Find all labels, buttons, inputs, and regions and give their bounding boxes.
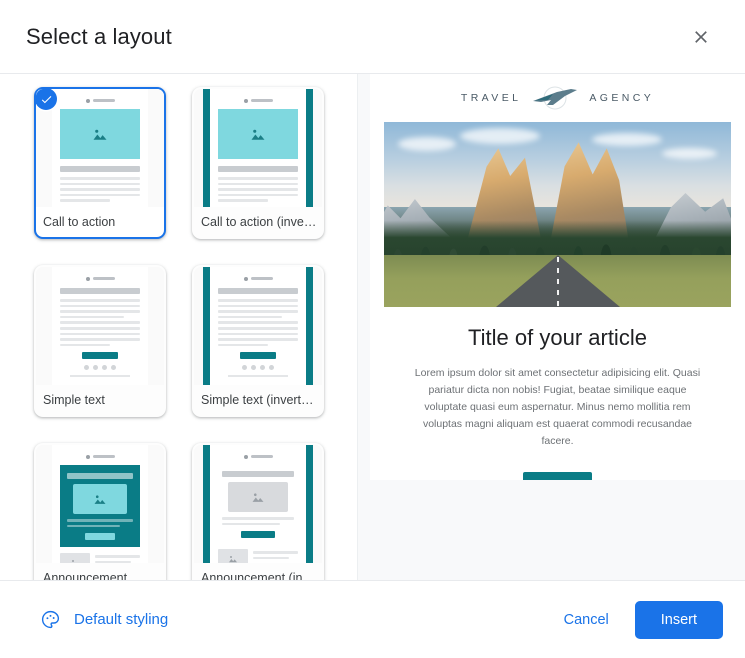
road-markings — [556, 257, 559, 307]
layout-card-label: Simple text (invert… — [201, 393, 314, 407]
preview-body-text: Lorem ipsum dolor sit amet consectetur a… — [414, 367, 701, 447]
layout-card-label: Simple text — [43, 393, 105, 407]
select-layout-dialog: Select a layout Call to action Call to a… — [0, 0, 745, 658]
dialog-header: Select a layout — [0, 0, 745, 74]
layout-grid: Call to action Call to action (inve… Sim… — [0, 74, 357, 580]
cloud — [661, 147, 717, 159]
default-styling-button[interactable]: Default styling — [34, 601, 174, 638]
layout-thumbnail — [194, 267, 322, 385]
palette-icon — [42, 610, 60, 629]
layout-list[interactable]: Call to action Call to action (inve… Sim… — [0, 74, 358, 580]
layout-card-label: Announcement (in… — [201, 571, 315, 580]
layout-card-label: Call to action — [43, 215, 116, 229]
image-icon — [252, 492, 264, 502]
image-icon — [94, 494, 106, 504]
preview-title: Title of your article — [468, 325, 647, 350]
close-button[interactable] — [681, 17, 721, 57]
layout-thumbnail — [194, 89, 322, 207]
layout-card-call-to-action-inverted[interactable]: Call to action (inve… — [192, 87, 324, 239]
layout-thumbnail — [194, 445, 322, 563]
cancel-button[interactable]: Cancel — [548, 602, 625, 638]
preview-card: TRAVEL AGENCY Title of your article Lore… — [370, 74, 745, 480]
cloud — [460, 127, 541, 144]
dialog-footer: Default styling Cancel Insert — [0, 580, 745, 658]
logo-text-left: TRAVEL — [460, 92, 522, 104]
layout-card-simple-text-inverted[interactable]: Simple text (invert… — [192, 265, 324, 417]
layout-card-announcement-inverted[interactable]: Announcement (in… — [192, 443, 324, 580]
insert-button[interactable]: Insert — [634, 600, 723, 639]
cloud — [397, 136, 456, 151]
check-icon — [36, 89, 57, 110]
dialog-body: Call to action Call to action (inve… Sim… — [0, 74, 745, 580]
image-icon — [229, 556, 237, 563]
layout-thumbnail — [36, 445, 164, 563]
page-title: Select a layout — [26, 23, 172, 49]
close-icon — [695, 30, 707, 43]
layout-preview-pane: TRAVEL AGENCY Title of your article Lore… — [358, 74, 745, 580]
image-icon — [251, 129, 265, 140]
layout-card-label: Call to action (inve… — [201, 215, 317, 229]
layout-card-simple-text[interactable]: Simple text — [34, 265, 166, 417]
logo-text-right: AGENCY — [589, 92, 655, 104]
default-styling-label: Default styling — [74, 611, 169, 628]
layout-card-call-to-action[interactable]: Call to action — [34, 87, 166, 239]
layout-thumbnail — [36, 267, 164, 385]
image-icon — [93, 129, 107, 140]
treeline — [384, 188, 731, 259]
airplane-icon — [533, 86, 578, 110]
layout-card-label: Announcement — [43, 571, 128, 580]
layout-card-announcement[interactable]: Announcement — [34, 443, 166, 580]
layout-thumbnail — [36, 89, 164, 207]
preview-logo: TRAVEL AGENCY — [370, 74, 745, 122]
image-icon — [72, 560, 74, 563]
preview-cta-button[interactable]: Sign Up — [522, 472, 593, 480]
preview-hero-image — [384, 122, 731, 307]
